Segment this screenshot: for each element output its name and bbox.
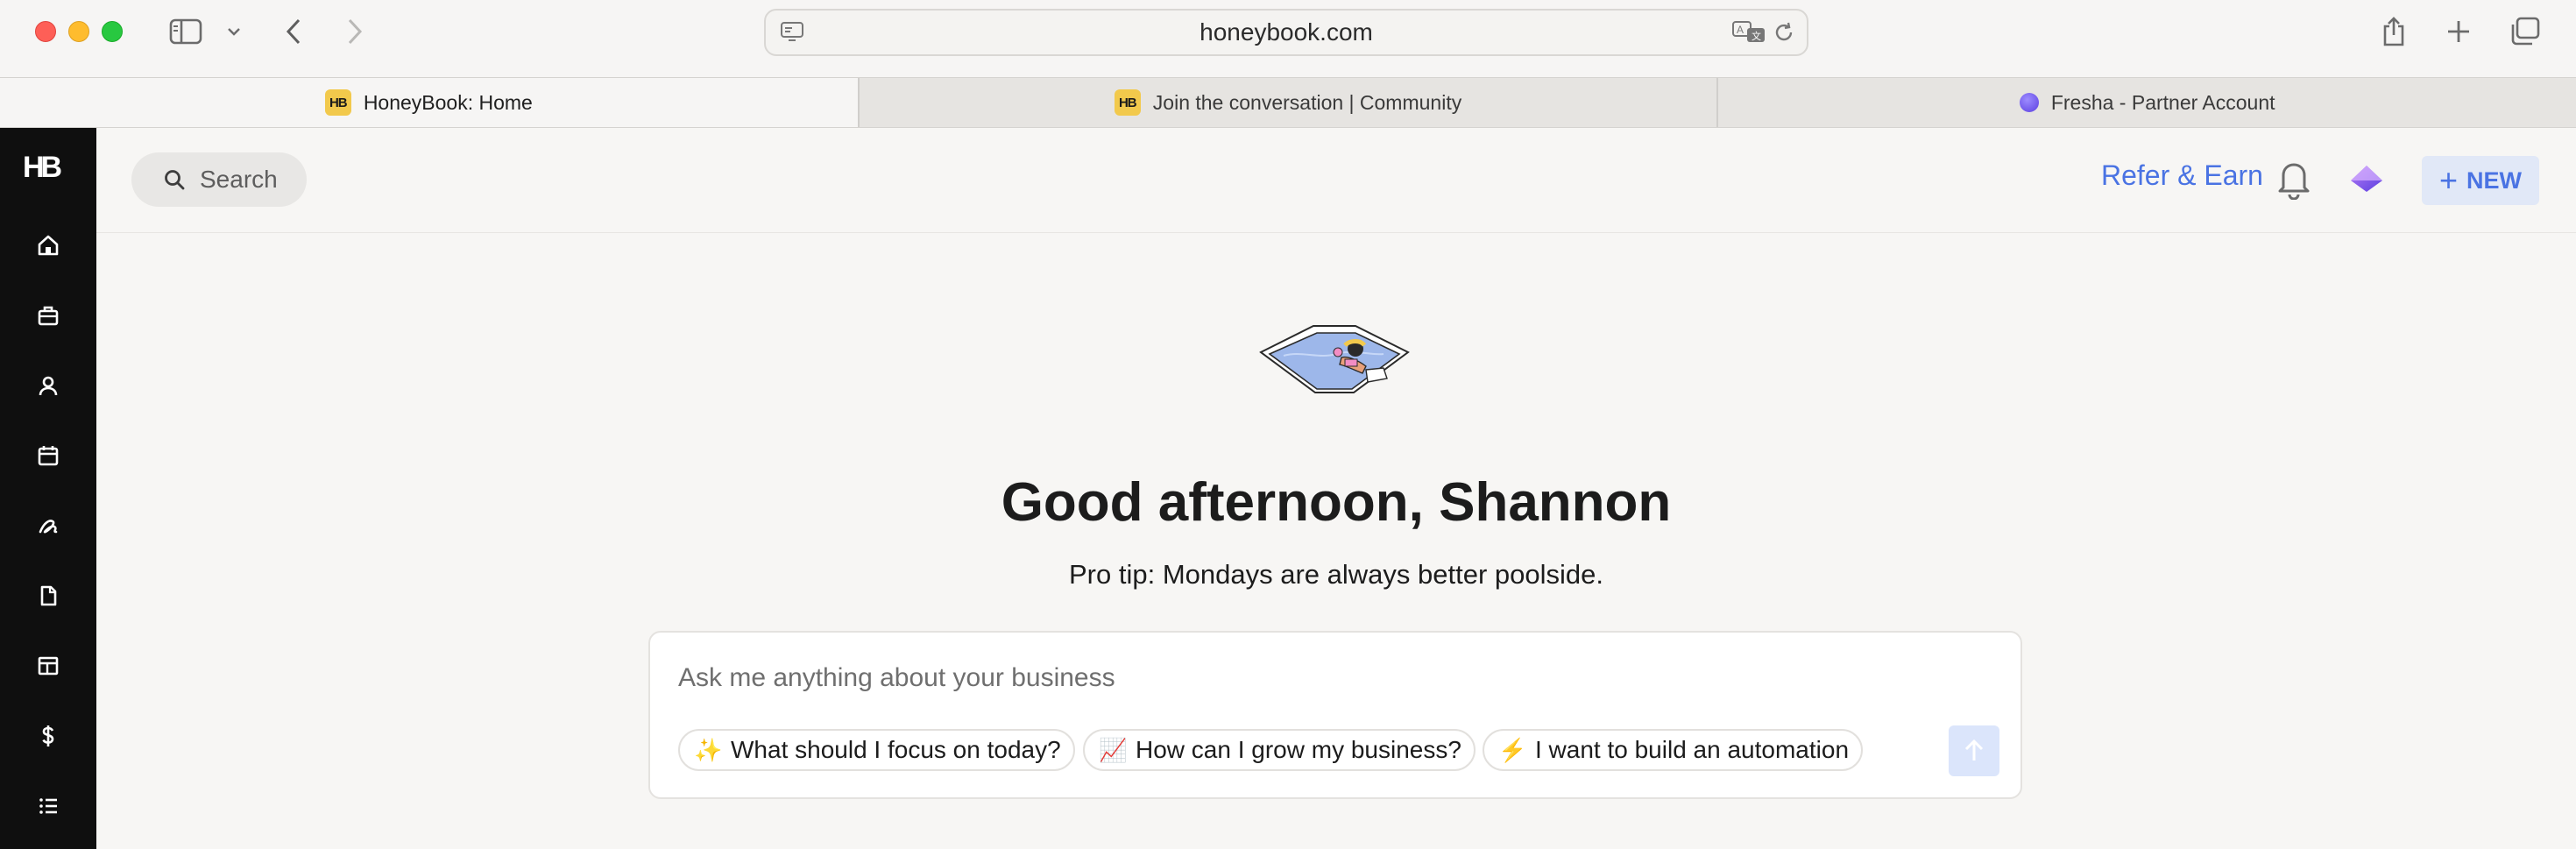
signature-icon <box>39 520 58 534</box>
address-bar[interactable]: honeybook.com A文 <box>764 9 1808 56</box>
tab-community[interactable]: HB Join the conversation | Community <box>857 78 1717 127</box>
sidebar-item-tasks[interactable] <box>31 789 66 824</box>
sidebar-item-home[interactable] <box>31 228 66 263</box>
suggestion-label: I want to build an automation <box>1535 736 1850 763</box>
svg-text:A: A <box>1737 24 1744 36</box>
plus-icon: + <box>2438 162 2459 198</box>
notifications-bell-icon[interactable] <box>2276 158 2311 204</box>
search-label: Search <box>200 166 278 193</box>
search-button[interactable]: Search <box>131 152 307 207</box>
sidebar-item-calendar[interactable] <box>31 438 66 473</box>
sidebar-item-payments[interactable] <box>31 718 66 753</box>
forward-arrow-icon[interactable] <box>340 12 370 51</box>
suggestion-label: What should I focus on today? <box>731 736 1061 763</box>
share-icon[interactable] <box>2378 12 2410 51</box>
minimize-window-button[interactable] <box>68 21 89 42</box>
dollar-icon <box>42 725 54 746</box>
suggestion-chip-focus[interactable]: ✨ What should I focus on today? <box>678 729 1075 771</box>
browser-toolbar: honeybook.com A文 <box>0 0 2576 77</box>
honeybook-favicon-icon: HB <box>1114 89 1141 116</box>
arrow-up-icon <box>1964 739 1984 761</box>
honeybook-logo[interactable]: HB <box>23 151 62 185</box>
tab-fresha[interactable]: Fresha - Partner Account <box>1716 78 2576 127</box>
new-tab-icon[interactable] <box>2443 12 2474 51</box>
close-window-button[interactable] <box>35 21 56 42</box>
chart-increasing-icon: 📈 <box>1099 736 1128 763</box>
new-button[interactable]: + NEW <box>2422 156 2539 205</box>
fresha-favicon-icon <box>2019 93 2039 112</box>
home-icon <box>38 235 59 256</box>
search-icon <box>165 170 185 190</box>
sidebar-item-clients[interactable] <box>31 368 66 403</box>
translate-icon[interactable]: A文 <box>1731 19 1766 48</box>
app-header: Search Refer & Earn + NEW <box>96 128 2576 233</box>
suggestion-chip-automation[interactable]: ⚡ I want to build an automation <box>1483 729 1864 771</box>
sidebar-item-contracts[interactable] <box>31 508 66 543</box>
app-sidebar: HB <box>0 128 96 849</box>
send-button[interactable] <box>1949 725 1999 776</box>
sidebar-toggle-icon[interactable] <box>166 12 205 51</box>
ask-ai-input[interactable] <box>678 659 1905 697</box>
document-icon <box>40 585 57 606</box>
ai-assistant-avatar-icon[interactable] <box>2348 163 2385 199</box>
ask-ai-box: ✨ What should I focus on today? 📈 How ca… <box>648 631 2022 799</box>
tab-title: Fresha - Partner Account <box>2050 90 2275 114</box>
refer-and-earn-link[interactable]: Refer & Earn <box>2101 159 2263 192</box>
sidebar-item-projects[interactable] <box>31 298 66 333</box>
chevron-down-icon[interactable] <box>224 12 244 51</box>
briefcase-icon <box>38 306 59 326</box>
sidebar-item-files[interactable] <box>31 578 66 613</box>
tab-title: Join the conversation | Community <box>1152 90 1462 114</box>
sidebar-item-templates[interactable] <box>31 648 66 683</box>
suggestion-chip-grow[interactable]: 📈 How can I grow my business? <box>1083 729 1476 771</box>
url-text: honeybook.com <box>1200 18 1373 46</box>
poolside-illustration <box>1257 322 1412 398</box>
person-icon <box>39 376 58 396</box>
greeting-heading: Good afternoon, Shannon <box>1001 472 1672 533</box>
fullscreen-window-button[interactable] <box>102 21 123 42</box>
lightning-icon: ⚡ <box>1498 736 1527 763</box>
honeybook-favicon-icon: HB <box>324 89 351 116</box>
calendar-icon <box>38 446 59 466</box>
suggestion-label: How can I grow my business? <box>1136 736 1461 763</box>
tab-bar: HB HoneyBook: Home HB Join the conversat… <box>0 77 2576 128</box>
new-button-label: NEW <box>2466 166 2523 194</box>
back-arrow-icon[interactable] <box>279 12 308 51</box>
svg-text:文: 文 <box>1752 30 1761 42</box>
tab-honeybook-home[interactable]: HB HoneyBook: Home <box>0 78 858 127</box>
pro-tip-text: Pro tip: Mondays are always better pools… <box>1069 559 1603 590</box>
tab-overview-icon[interactable] <box>2508 12 2543 51</box>
sparkles-icon: ✨ <box>694 736 723 763</box>
list-icon <box>39 798 57 814</box>
tab-title: HoneyBook: Home <box>363 90 533 114</box>
reload-icon[interactable] <box>1772 20 1796 49</box>
template-icon <box>38 656 59 676</box>
